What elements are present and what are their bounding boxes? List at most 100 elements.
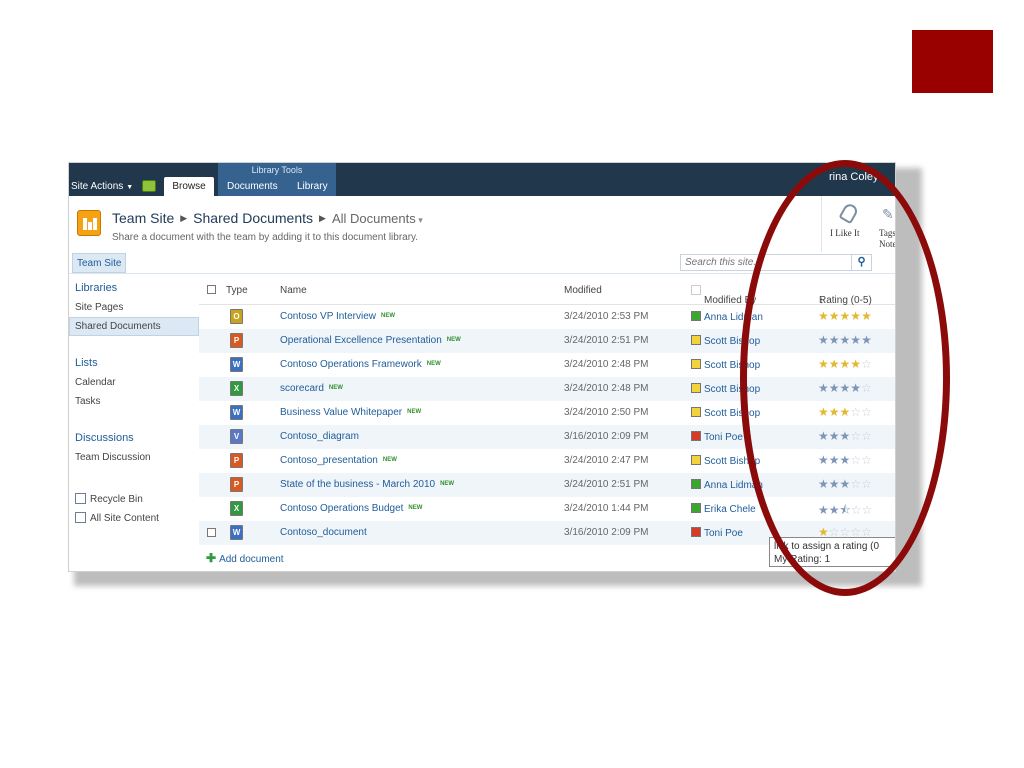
row-checkbox[interactable] [207,528,216,540]
nav-tasks[interactable]: Tasks [75,396,101,407]
presence-icon [691,503,701,513]
topnav-team-site[interactable]: Team Site [72,253,127,273]
word-file-icon[interactable]: W [230,357,243,372]
xls-file-icon[interactable]: X [230,501,243,516]
document-name-link[interactable]: Contoso_document [280,527,367,538]
presence-icon [691,359,701,369]
presence-icon [691,311,701,321]
vsd-file-icon[interactable]: V [230,429,243,444]
new-badge: NEW [382,457,397,463]
breadcrumb: Team Site ▶ Shared Documents ▶ All Documents… [112,210,423,226]
tab-browse[interactable]: Browse [164,177,214,196]
add-document-link[interactable]: ✚ Add document [206,551,284,565]
document-name: Contoso Operations Budget [280,503,404,514]
document-name-link[interactable]: Business Value Whitepaper NEW [280,407,421,418]
modified-date: 3/16/2010 2:09 PM [564,527,649,538]
document-name-link[interactable]: State of the business - March 2010 NEW [280,479,454,490]
navigate-up-icon[interactable] [142,180,156,192]
document-name-link[interactable]: Contoso_presentation NEW [280,455,397,466]
modified-date: 3/24/2010 2:50 PM [564,407,649,418]
presence-icon [691,455,701,465]
presence-icon [691,431,701,441]
ribbon: Library Tools Site Actions ▼ Browse Docum… [69,163,895,196]
presence-icon [691,407,701,417]
gen-file-icon[interactable]: O [230,309,243,324]
word-file-icon[interactable]: W [230,405,243,420]
add-document-label: Add document [219,554,284,565]
chevron-down-icon[interactable]: ▾ [416,215,423,225]
modified-date: 3/24/2010 2:53 PM [564,311,649,322]
word-file-icon[interactable]: W [230,525,243,540]
select-all-checkbox[interactable] [207,285,216,297]
document-name: Contoso_document [280,527,367,538]
tab-documents[interactable]: Documents [227,181,278,192]
page-description: Share a document with the team by adding… [112,232,419,243]
document-name: Contoso_presentation [280,455,378,466]
document-name-link[interactable]: Contoso Operations Framework NEW [280,359,441,370]
new-badge: NEW [407,409,422,415]
view-selector[interactable]: All Documents [332,211,416,226]
breadcrumb-library-link[interactable]: Shared Documents [193,210,313,226]
modified-by-name: Erika Chele [704,504,756,515]
column-type[interactable]: Type [226,285,248,296]
site-actions-label: Site Actions [71,181,124,192]
ppt-file-icon[interactable]: P [230,333,243,348]
column-name[interactable]: Name [280,285,307,296]
document-name: Contoso VP Interview [280,311,376,322]
modified-by-link[interactable]: Toni Poe [691,527,743,539]
new-badge: NEW [440,481,455,487]
document-name-link[interactable]: Contoso_diagram [280,431,359,442]
add-icon: ✚ [206,551,217,565]
nav-calendar[interactable]: Calendar [75,377,116,388]
nav-site-pages[interactable]: Site Pages [75,302,123,313]
ppt-file-icon[interactable]: P [230,453,243,468]
modified-by-link[interactable]: Toni Poe [691,431,743,443]
document-name: Operational Excellence Presentation [280,335,442,346]
modified-date: 3/24/2010 2:48 PM [564,359,649,370]
presence-icon [691,527,701,537]
xls-file-icon[interactable]: X [230,381,243,396]
nav-recycle-bin[interactable]: Recycle Bin [75,493,143,505]
document-name: Business Value Whitepaper [280,407,403,418]
modified-date: 3/24/2010 2:48 PM [564,383,649,394]
document-name-link[interactable]: Contoso Operations Budget NEW [280,503,422,514]
site-actions-menu[interactable]: Site Actions ▼ [71,181,133,192]
new-badge: NEW [328,385,343,391]
modified-date: 3/24/2010 2:51 PM [564,335,649,346]
breadcrumb-arrow-icon: ▶ [319,213,326,223]
modified-by-name: Toni Poe [704,432,743,443]
modified-by-link[interactable]: Erika Chele [691,503,756,515]
nav-all-site-content[interactable]: All Site Content [75,512,159,524]
document-name: State of the business - March 2010 [280,479,436,490]
document-name-link[interactable]: Contoso VP Interview NEW [280,311,395,322]
breadcrumb-site-link[interactable]: Team Site [112,210,174,226]
new-badge: NEW [426,361,441,367]
column-modified-by[interactable]: Modified By [691,285,756,306]
tab-library[interactable]: Library [297,181,328,192]
nav-team-discussion[interactable]: Team Discussion [75,452,151,463]
modified-date: 3/24/2010 2:47 PM [564,455,649,466]
presence-icon [691,335,701,345]
document-name: Contoso Operations Framework [280,359,422,370]
accent-square [912,30,993,93]
nav-shared-documents[interactable]: Shared Documents [75,321,161,332]
site-logo-icon [77,210,101,236]
recycle-bin-label: Recycle Bin [90,494,143,505]
all-site-content-label: All Site Content [90,513,159,524]
recycle-bin-icon [75,493,86,504]
nav-lists-heading[interactable]: Lists [75,357,98,369]
document-name: Contoso_diagram [280,431,359,442]
ppt-file-icon[interactable]: P [230,477,243,492]
modified-by-name: Toni Poe [704,528,743,539]
slide: Library Tools Site Actions ▼ Browse Docum… [0,0,1024,768]
column-modified[interactable]: Modified [564,285,602,296]
breadcrumb-arrow-icon: ▶ [180,213,188,223]
nav-discussions-heading[interactable]: Discussions [75,432,134,444]
modified-date: 3/24/2010 1:44 PM [564,503,649,514]
new-badge: NEW [408,505,423,511]
quick-launch: Libraries Site Pages Shared Documents Li… [69,275,199,535]
library-tools-label: Library Tools [251,165,303,175]
nav-libraries-heading[interactable]: Libraries [75,282,117,294]
document-name-link[interactable]: Operational Excellence Presentation NEW [280,335,461,346]
document-name-link[interactable]: scorecard NEW [280,383,343,394]
